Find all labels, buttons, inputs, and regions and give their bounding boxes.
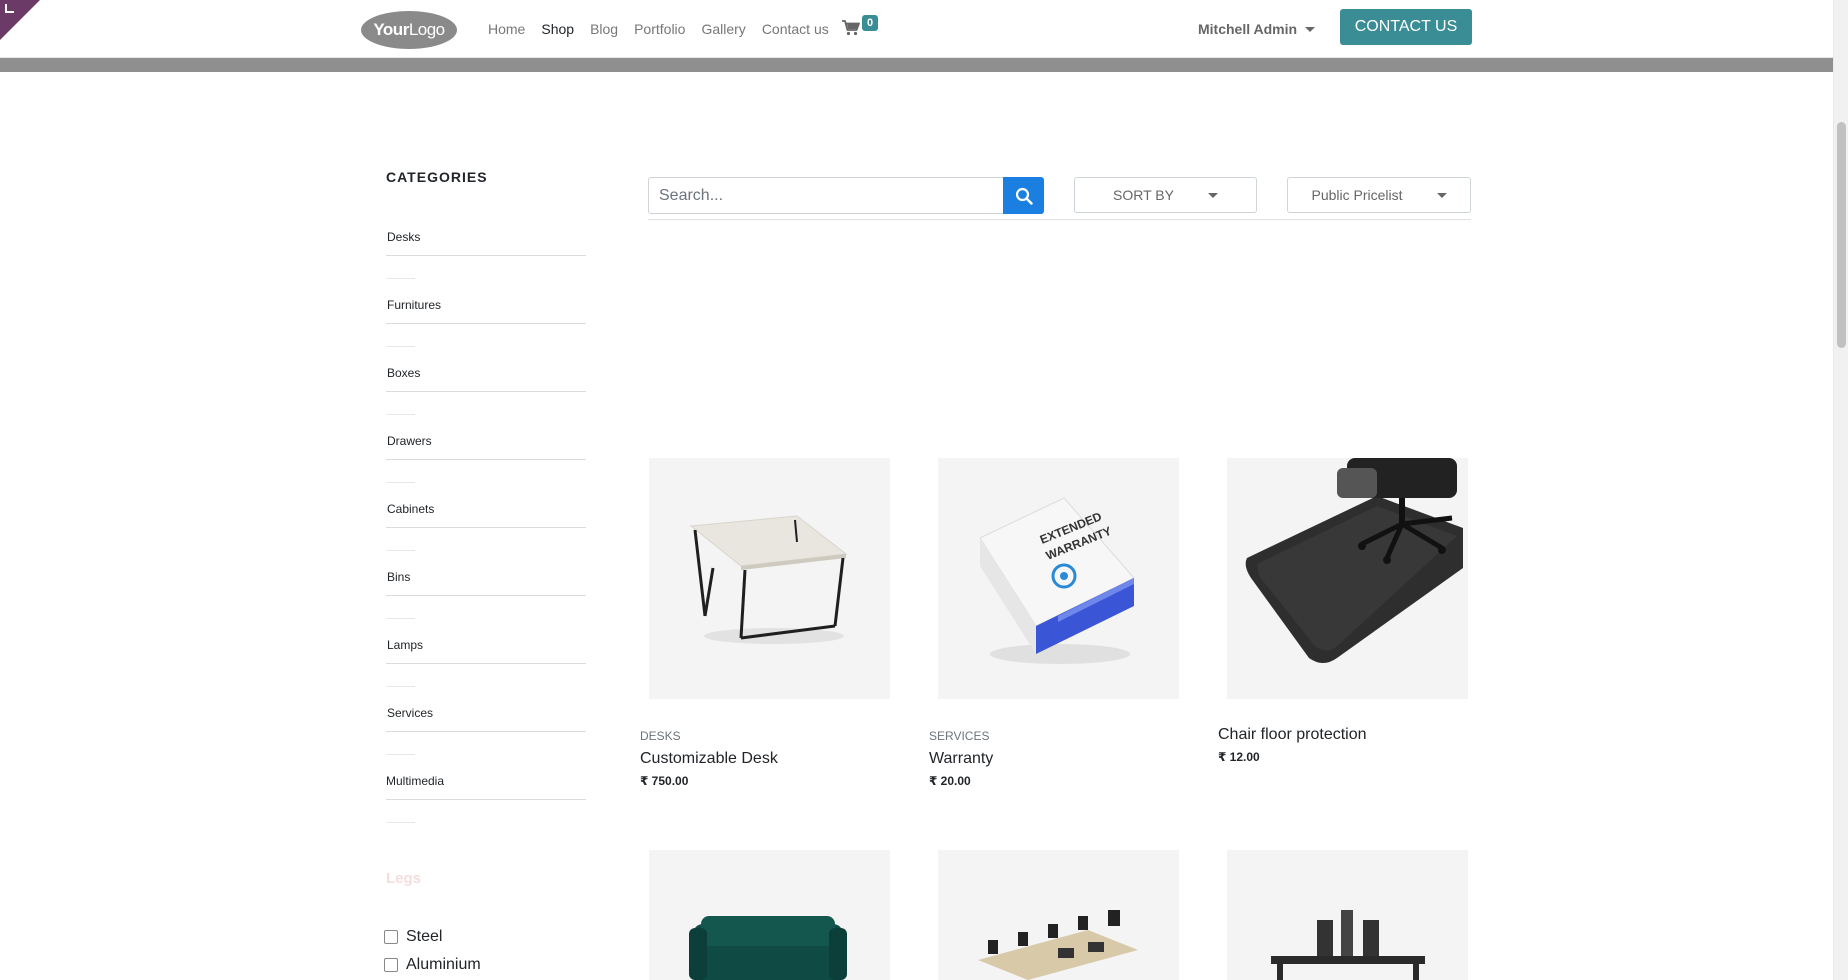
- category-link-services[interactable]: Services: [387, 706, 433, 720]
- divider: [387, 550, 415, 551]
- toolbar-divider: [648, 219, 1471, 220]
- search-icon: [1015, 187, 1033, 205]
- sofa-image: [689, 916, 847, 980]
- product-price: ₹ 750.00: [640, 774, 689, 788]
- category-item: Multimedia: [386, 759, 586, 827]
- filter-label-aluminium: Aluminium: [406, 956, 481, 973]
- sort-by-label: SORT BY: [1113, 187, 1174, 203]
- search-button[interactable]: [1003, 177, 1044, 214]
- workstation-image: [1271, 910, 1425, 980]
- edit-corner-icon: [5, 4, 14, 13]
- nav-shop[interactable]: Shop: [541, 21, 574, 37]
- nav-blog[interactable]: Blog: [590, 21, 618, 37]
- category-item: Lamps: [386, 623, 586, 691]
- pricelist-label: Public Pricelist: [1311, 187, 1403, 203]
- category-item: Boxes: [386, 351, 586, 419]
- category-item: Desks: [386, 215, 586, 283]
- header-divider-band: [0, 58, 1833, 72]
- product-name[interactable]: Customizable Desk: [640, 750, 778, 768]
- category-link-furnitures[interactable]: Furnitures: [387, 298, 441, 312]
- divider: [386, 799, 586, 800]
- divider: [386, 323, 586, 324]
- category-item: Cabinets: [386, 487, 586, 555]
- sort-by-dropdown[interactable]: SORT BY: [1074, 177, 1257, 213]
- category-list: Desks Furnitures Boxes Drawers Cabinets …: [386, 215, 586, 827]
- divider: [387, 482, 415, 483]
- checkbox-aluminium[interactable]: [384, 958, 398, 972]
- categories-heading: CATEGORIES: [386, 169, 488, 185]
- divider: [386, 527, 586, 528]
- chevron-down-icon: [1436, 192, 1447, 198]
- product-image-sofa[interactable]: [649, 850, 890, 980]
- divider: [387, 754, 415, 755]
- filter-aluminium[interactable]: Aluminium: [384, 956, 481, 974]
- category-link-desks[interactable]: Desks: [387, 230, 420, 244]
- divider: [386, 731, 586, 732]
- divider: [387, 346, 415, 347]
- contact-us-button[interactable]: CONTACT US: [1340, 9, 1472, 45]
- chair-mat-image: [1245, 458, 1463, 663]
- cart-link[interactable]: 0: [842, 15, 878, 39]
- product-image-office-desks[interactable]: [938, 850, 1179, 980]
- divider: [386, 255, 586, 256]
- office-desks-image: [978, 910, 1138, 980]
- desk-image: [689, 515, 848, 644]
- product-name[interactable]: Chair floor protection: [1218, 726, 1367, 744]
- divider: [387, 822, 415, 823]
- nav-portfolio[interactable]: Portfolio: [634, 21, 685, 37]
- product-image-desk[interactable]: [649, 458, 890, 699]
- product-category: SERVICES: [929, 729, 990, 743]
- user-name: Mitchell Admin: [1198, 21, 1298, 37]
- category-item: Furnitures: [386, 283, 586, 351]
- warranty-box-image: EXTENDED WARRANTY: [979, 497, 1135, 664]
- chevron-down-icon: [1305, 26, 1316, 32]
- category-link-boxes[interactable]: Boxes: [387, 366, 420, 380]
- product-category: DESKS: [640, 729, 681, 743]
- scrollbar-thumb[interactable]: [1837, 122, 1846, 348]
- nav-contact-us[interactable]: Contact us: [762, 21, 829, 37]
- nav-gallery[interactable]: Gallery: [701, 21, 745, 37]
- product-price: ₹ 20.00: [929, 774, 971, 788]
- divider: [386, 391, 586, 392]
- site-header: Your Logo Home Shop Blog Portfolio Galler…: [0, 0, 1833, 58]
- product-image-warranty[interactable]: EXTENDED WARRANTY: [938, 458, 1179, 699]
- category-item: Services: [386, 691, 586, 759]
- logo-text-light: Logo: [408, 20, 445, 39]
- category-link-lamps[interactable]: Lamps: [387, 638, 423, 652]
- cart-count-badge: 0: [862, 15, 878, 31]
- category-item: Drawers: [386, 419, 586, 487]
- nav-home[interactable]: Home: [488, 21, 525, 37]
- product-image-chair-mat[interactable]: [1227, 458, 1468, 699]
- checkbox-steel[interactable]: [384, 930, 398, 944]
- product-image-workstation[interactable]: [1227, 850, 1468, 980]
- divider: [386, 595, 586, 596]
- site-logo[interactable]: Your Logo: [361, 11, 457, 49]
- divider: [386, 459, 586, 460]
- attribute-heading-legs: Legs: [386, 870, 422, 887]
- divider: [387, 278, 415, 279]
- main-nav: Home Shop Blog Portfolio Gallery Contact…: [488, 21, 845, 37]
- category-link-multimedia[interactable]: Multimedia: [386, 774, 444, 788]
- divider: [387, 414, 415, 415]
- product-name[interactable]: Warranty: [929, 750, 993, 768]
- pricelist-dropdown[interactable]: Public Pricelist: [1287, 177, 1471, 213]
- category-link-bins[interactable]: Bins: [387, 570, 410, 584]
- divider: [387, 618, 415, 619]
- divider: [387, 686, 415, 687]
- page-scrollbar[interactable]: [1833, 0, 1848, 980]
- category-item: Bins: [386, 555, 586, 623]
- cart-icon: [842, 20, 860, 36]
- category-link-cabinets[interactable]: Cabinets: [387, 502, 434, 516]
- logo-text-bold: Your: [373, 20, 409, 39]
- divider: [386, 663, 586, 664]
- category-link-drawers[interactable]: Drawers: [387, 434, 432, 448]
- user-menu[interactable]: Mitchell Admin: [1198, 21, 1316, 37]
- filter-label-steel: Steel: [406, 928, 443, 945]
- filter-steel[interactable]: Steel: [384, 928, 442, 946]
- product-search: [648, 177, 1044, 214]
- search-input[interactable]: [648, 177, 1004, 214]
- product-price: ₹ 12.00: [1218, 750, 1260, 764]
- chevron-down-icon: [1207, 192, 1218, 198]
